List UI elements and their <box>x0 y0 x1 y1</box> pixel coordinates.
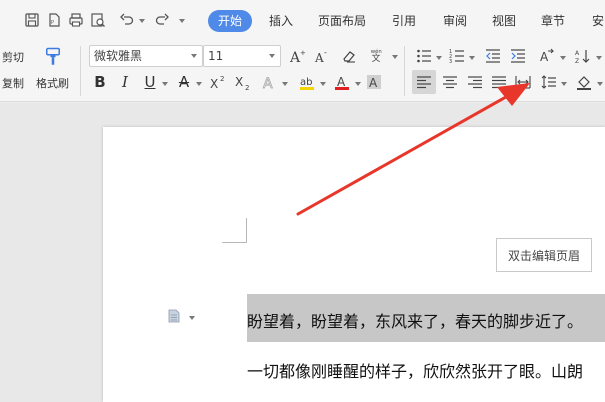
text-direction-dropdown-icon[interactable] <box>560 56 566 60</box>
svg-text:A: A <box>369 76 378 90</box>
copy-button[interactable]: 复制 <box>2 75 24 91</box>
format-painter-label[interactable]: 格式刷 <box>36 75 69 91</box>
strikethrough-dropdown-icon[interactable] <box>196 82 202 86</box>
redo-icon[interactable] <box>152 10 172 30</box>
sort-dropdown-icon[interactable] <box>596 56 602 60</box>
group-divider <box>80 46 81 96</box>
superscript-icon[interactable]: X2 <box>208 72 228 92</box>
tab-insert[interactable]: 插入 <box>269 12 293 29</box>
svg-text:A: A <box>337 75 346 89</box>
increase-indent-icon[interactable] <box>508 46 528 66</box>
undo-icon[interactable] <box>117 10 137 30</box>
phonetic-dropdown-icon[interactable] <box>392 55 398 59</box>
sort-icon[interactable]: AZ <box>573 46 593 66</box>
export-pdf-icon[interactable]: P <box>44 10 64 30</box>
svg-text:ab: ab <box>300 77 312 88</box>
quick-access-and-menu-bar: P 开始 插入 页面布局 引用 审阅 视图 章节 安 <box>0 0 605 42</box>
quick-access-dropdown-icon[interactable] <box>179 19 185 23</box>
underline-dropdown-icon[interactable] <box>162 82 168 86</box>
wps-writer-window: P 开始 插入 页面布局 引用 审阅 视图 章节 安 剪切 复制 格式刷 微软雅… <box>0 0 605 402</box>
font-color-icon[interactable]: A <box>332 72 352 92</box>
svg-text:-: - <box>324 48 327 57</box>
print-icon[interactable] <box>66 10 86 30</box>
svg-text:文: 文 <box>372 52 381 63</box>
align-left-icon[interactable] <box>412 70 436 94</box>
font-color-dropdown-icon[interactable] <box>355 82 361 86</box>
subscript-icon[interactable]: X2 <box>233 72 253 92</box>
font-name-value: 微软雅黑 <box>94 49 143 63</box>
svg-text:Z: Z <box>575 58 579 64</box>
strikethrough-icon[interactable]: A <box>175 72 193 92</box>
svg-text:+: + <box>300 49 306 57</box>
group-divider <box>404 46 405 96</box>
tab-home[interactable]: 开始 <box>208 10 253 32</box>
cut-button[interactable]: 剪切 <box>2 49 24 65</box>
tab-review[interactable]: 审阅 <box>443 12 467 29</box>
align-right-icon[interactable] <box>465 72 485 92</box>
text-effect-dropdown-icon[interactable] <box>282 82 288 86</box>
format-painter-icon[interactable] <box>42 44 64 68</box>
paragraph-line-2[interactable]: 一切都像刚睡醒的样子，欣欣然张开了眼。山朗 <box>247 358 583 382</box>
line-spacing-dropdown-icon[interactable] <box>561 82 567 86</box>
font-size-select[interactable]: 11 <box>203 45 281 67</box>
save-icon[interactable] <box>22 10 42 30</box>
text-effect-icon[interactable]: A <box>260 72 280 92</box>
svg-text:A: A <box>263 76 273 90</box>
svg-text:2: 2 <box>220 75 224 83</box>
edit-header-button[interactable]: 双击编辑页眉 <box>496 238 592 272</box>
home-ribbon: 剪切 复制 格式刷 微软雅黑 11 A + A- wén 文 B I U A X… <box>0 42 605 102</box>
align-center-icon[interactable] <box>440 72 460 92</box>
tab-view[interactable]: 视图 <box>492 12 516 29</box>
line-spacing-icon[interactable] <box>539 72 559 92</box>
svg-text:P: P <box>51 20 54 26</box>
character-shading-icon[interactable]: A <box>364 72 384 92</box>
svg-text:A: A <box>540 50 549 64</box>
highlight-color-icon[interactable]: ab <box>297 72 317 92</box>
text-direction-icon[interactable]: A <box>536 46 558 66</box>
tab-references[interactable]: 引用 <box>392 12 416 29</box>
tab-sections[interactable]: 章节 <box>541 12 565 29</box>
clear-formatting-icon[interactable] <box>339 46 359 66</box>
numbering-dropdown-icon[interactable] <box>469 56 475 60</box>
font-size-value: 11 <box>208 49 224 63</box>
underline-icon[interactable]: U <box>141 72 159 92</box>
print-preview-icon[interactable] <box>88 10 108 30</box>
svg-text:X: X <box>210 77 218 90</box>
bullet-dropdown-icon[interactable] <box>436 56 442 60</box>
paragraph-layout-dropdown-icon[interactable] <box>189 316 195 320</box>
paragraph-shading-dropdown-icon[interactable] <box>597 82 603 86</box>
bold-icon[interactable]: B <box>91 72 109 92</box>
svg-text:3: 3 <box>449 59 452 64</box>
paragraph-shading-icon[interactable] <box>574 72 594 92</box>
paragraph-line-1[interactable]: 盼望着，盼望着，东风来了，春天的脚步近了。 <box>247 308 583 332</box>
bullet-list-icon[interactable] <box>414 46 434 66</box>
tab-page-layout[interactable]: 页面布局 <box>318 12 366 29</box>
distributed-align-icon[interactable] <box>513 72 533 92</box>
margin-corner-mark <box>222 242 246 243</box>
justify-icon[interactable] <box>489 72 509 92</box>
numbered-list-icon[interactable]: 123 <box>447 46 467 66</box>
decrease-indent-icon[interactable] <box>483 46 503 66</box>
italic-icon[interactable]: I <box>116 72 134 92</box>
increase-font-size-icon[interactable]: A + <box>288 46 308 66</box>
svg-text:A: A <box>575 50 580 57</box>
highlight-dropdown-icon[interactable] <box>320 82 326 86</box>
tab-security[interactable]: 安 <box>592 12 604 29</box>
paragraph-layout-icon[interactable] <box>168 308 180 323</box>
font-name-select[interactable]: 微软雅黑 <box>89 45 203 67</box>
svg-text:X: X <box>235 75 243 89</box>
svg-text:2: 2 <box>245 84 249 90</box>
svg-text:A: A <box>314 51 324 64</box>
phonetic-guide-icon[interactable]: wén 文 <box>366 44 388 66</box>
margin-corner-mark <box>246 218 247 243</box>
decrease-font-size-icon[interactable]: A- <box>312 46 332 66</box>
undo-dropdown-icon[interactable] <box>139 19 145 23</box>
